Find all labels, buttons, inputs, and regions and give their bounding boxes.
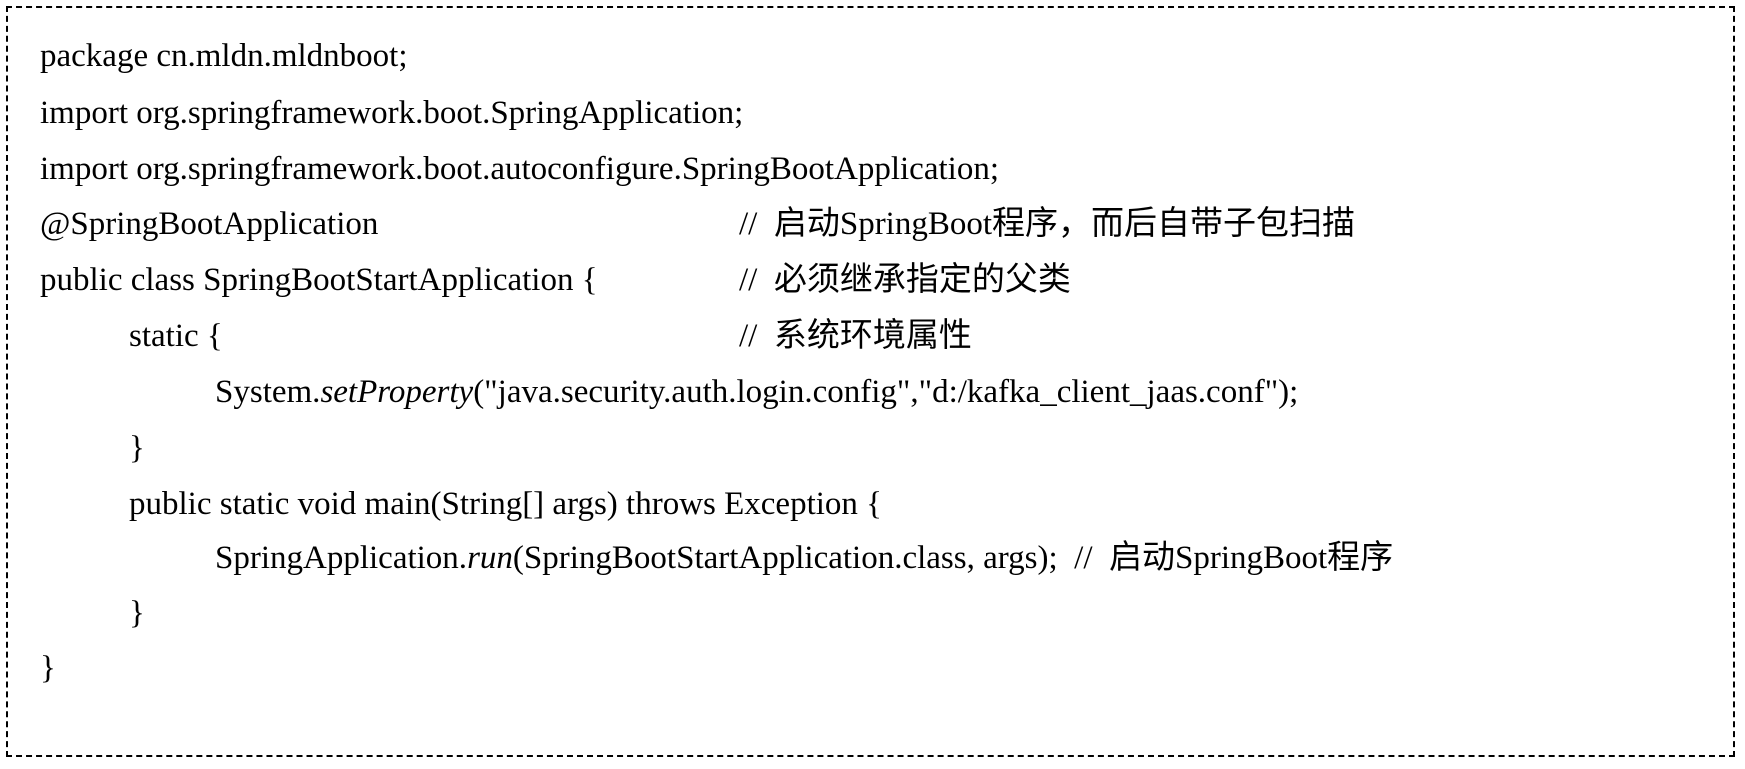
code-line-main-method: public static void main(String[] args) t… bbox=[129, 486, 883, 522]
code-listing-box: package cn.mldn.mldnboot; import org.spr… bbox=[6, 6, 1735, 757]
code-line-run-application: SpringApplication.run(SpringBootStartApp… bbox=[215, 538, 1393, 578]
code-line-close-class: } bbox=[40, 650, 56, 686]
code-token-method-run: run bbox=[467, 540, 513, 576]
code-token-system: System. bbox=[215, 374, 321, 410]
code-line-close-static: } bbox=[129, 430, 145, 466]
code-comment-static-block: // 系统环境属性 bbox=[739, 318, 972, 354]
code-line-class-declaration: public class SpringBootStartApplication … bbox=[40, 262, 598, 298]
code-token-method-setproperty: setProperty bbox=[320, 374, 474, 410]
code-token-setproperty-args: ("java.security.auth.login.config","d:/k… bbox=[473, 374, 1299, 410]
code-line-import-springapplication: import org.springframework.boot.SpringAp… bbox=[40, 95, 744, 131]
code-token-run-args: (SpringBootStartApplication.class, args)… bbox=[512, 540, 1394, 576]
code-comment-annotation: // 启动SpringBoot程序，而后自带子包扫描 bbox=[739, 206, 1356, 242]
code-token-springapplication: SpringApplication. bbox=[215, 540, 468, 576]
code-line-close-main: } bbox=[129, 595, 145, 631]
code-line-import-springbootapplication: import org.springframework.boot.autoconf… bbox=[40, 151, 999, 187]
code-line-annotation: @SpringBootApplication bbox=[40, 206, 379, 242]
code-line-set-property: System.setProperty("java.security.auth.l… bbox=[215, 372, 1298, 412]
code-line-package: package cn.mldn.mldnboot; bbox=[40, 38, 408, 74]
code-comment-class-declaration: // 必须继承指定的父类 bbox=[739, 262, 1071, 298]
code-line-static-block: static { bbox=[129, 318, 223, 354]
